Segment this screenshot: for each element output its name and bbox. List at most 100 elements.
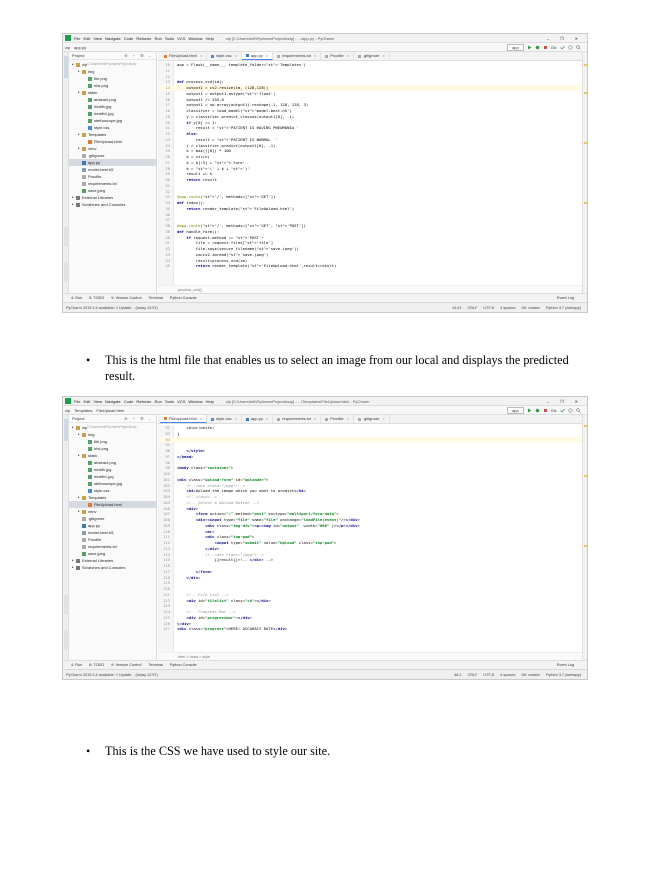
event-log-button[interactable]: Event Log (557, 663, 580, 667)
editor-tab[interactable]: requirements.txt × (273, 52, 322, 60)
menu-item[interactable]: Refactor (136, 36, 151, 41)
menu-item[interactable]: VCS (177, 36, 185, 41)
menu-item[interactable]: View (93, 36, 102, 41)
menu-item[interactable]: Window (188, 399, 202, 404)
breadcrumb-item[interactable]: app.py (74, 45, 86, 50)
code-view[interactable]: 10 app = Flask(__name__, template_folder=… (158, 62, 582, 285)
maximize-icon[interactable]: ❐ (560, 399, 564, 404)
tree-item[interactable]: model-best.h5 (69, 166, 156, 173)
tree-item[interactable]: hhk.png (69, 445, 156, 452)
minimize-icon[interactable]: – (547, 36, 549, 41)
tree-item[interactable]: ▸ zip C:\Users\hrit\PycharmProjects\zip (69, 61, 156, 68)
close-icon[interactable]: × (314, 415, 316, 423)
close-icon[interactable]: × (234, 52, 236, 60)
menu-item[interactable]: View (93, 399, 102, 404)
bottom-tool-tab[interactable]: 6: TODO (89, 663, 104, 667)
history-icon[interactable] (568, 45, 573, 50)
favorites-tool-tab[interactable] (64, 630, 68, 650)
tree-item[interactable]: ▸ venv (69, 508, 156, 515)
editor-tab[interactable]: app.py × (241, 52, 274, 60)
run-icon[interactable] (527, 408, 532, 413)
tree-item[interactable]: file.png (69, 438, 156, 445)
breadcrumb-item[interactable]: zip (65, 45, 70, 50)
project-panel-tools[interactable]: ⊕ ÷ ⚙ – (124, 53, 156, 58)
bottom-tool-tab[interactable]: Python Console (170, 296, 197, 300)
structure-tool-tab[interactable] (64, 227, 68, 247)
run-icon[interactable] (527, 45, 532, 50)
menu-item[interactable]: Edit (83, 399, 90, 404)
search-icon[interactable] (576, 44, 581, 50)
close-icon[interactable]: × (266, 52, 268, 60)
tree-item[interactable]: ▸ zip C:\Users\hrit\PycharmProjects\zip (69, 424, 156, 431)
menu-item[interactable]: File (74, 399, 80, 404)
breadcrumb-item[interactable]: Templates (74, 408, 92, 413)
menu-item[interactable]: Run (154, 36, 161, 41)
tree-item[interactable]: ▸ External Libraries (69, 557, 156, 564)
tree-item[interactable]: stethoscope.jpg (69, 480, 156, 487)
menu-item[interactable]: File (74, 36, 80, 41)
menu-item[interactable]: Edit (83, 36, 90, 41)
maximize-icon[interactable]: ❐ (560, 36, 564, 41)
right-scroll-strip[interactable] (582, 52, 587, 302)
close-icon[interactable]: × (347, 415, 349, 423)
tree-item[interactable]: hhk.png (69, 82, 156, 89)
status-item[interactable]: 48:1 (454, 673, 461, 677)
breadcrumb-item[interactable]: zip (65, 408, 70, 413)
menu-item[interactable]: Run (154, 399, 161, 404)
project-label[interactable]: Project (72, 53, 84, 58)
breadcrumb-item[interactable]: FileUpload.html (96, 408, 124, 413)
tree-item[interactable]: save.jpeg (69, 550, 156, 557)
editor-tab[interactable]: .gitignore × (354, 415, 390, 423)
tree-item[interactable]: stethoscope.jpg (69, 117, 156, 124)
close-icon[interactable]: × (200, 415, 202, 423)
status-item[interactable]: UTF-8 (483, 306, 494, 310)
status-item[interactable]: Python 3.7 (webapp) (546, 673, 581, 677)
git-commit-icon[interactable] (560, 45, 565, 50)
status-message[interactable]: PyCharm 2019.3.4 available: // Update...… (66, 673, 158, 677)
tree-item[interactable]: health.jpg (69, 103, 156, 110)
tree-item[interactable]: requirements.txt (69, 543, 156, 550)
code-line[interactable]: 127 <div class="progress">HERE! ACCURACY … (158, 626, 582, 632)
editor-tab[interactable]: FileUpload.html × (160, 52, 208, 60)
tree-item[interactable]: ▸ Scratches and Consoles (69, 201, 156, 208)
editor-tab[interactable]: Procfile × (321, 52, 354, 60)
history-icon[interactable] (568, 408, 573, 413)
editor-tab[interactable]: style.css × (207, 415, 242, 423)
event-log-button[interactable]: Event Log (557, 296, 580, 300)
tree-item[interactable]: .gitignore (69, 515, 156, 522)
menu-item[interactable]: Help (206, 399, 214, 404)
close-icon[interactable]: × (200, 52, 202, 60)
favorites-tool-tab[interactable] (64, 262, 68, 282)
close-icon[interactable]: × (382, 415, 384, 423)
debug-icon[interactable] (535, 408, 540, 413)
run-config-select[interactable]: app (507, 43, 524, 51)
tree-item[interactable]: FileUpload.html (69, 138, 156, 145)
bottom-tool-tab[interactable]: 9: Version Control (111, 663, 141, 667)
tree-item[interactable]: ▸ Scratches and Consoles (69, 564, 156, 571)
status-item[interactable]: Git: master (521, 673, 540, 677)
status-item[interactable]: Python 3.7 (webapp) (546, 306, 581, 310)
menu-item[interactable]: Help (206, 36, 214, 41)
editor-tab[interactable]: Procfile × (321, 415, 354, 423)
tree-item[interactable]: ▸ venv (69, 145, 156, 152)
tree-item[interactable]: file.png (69, 75, 156, 82)
editor-tab[interactable]: app.py × (242, 415, 274, 423)
tree-item[interactable]: ▸ External Libraries (69, 194, 156, 201)
close-icon[interactable]: × (314, 52, 316, 60)
status-item[interactable]: Git: master (521, 306, 540, 310)
tree-item[interactable]: ▸ static (69, 452, 156, 459)
tree-item[interactable]: app.py (69, 522, 156, 529)
run-config-select[interactable]: app (507, 406, 524, 414)
tree-item[interactable]: abstract.png (69, 459, 156, 466)
bottom-tool-tab[interactable]: 6: TODO (89, 296, 104, 300)
code-line[interactable]: 45 return render_template("st">'FileUplo… (158, 263, 582, 269)
status-item[interactable]: UTF-8 (483, 673, 494, 677)
bottom-tool-tab[interactable]: 4: Run (71, 296, 82, 300)
code-breadcrumb[interactable]: html > head > style (158, 652, 582, 660)
status-item[interactable]: CRLF (467, 306, 477, 310)
tree-item[interactable]: Procfile (69, 173, 156, 180)
tree-item[interactable]: ▸ img (69, 68, 156, 75)
menu-item[interactable]: Tools (165, 399, 174, 404)
tree-item[interactable]: health1.jpg (69, 110, 156, 117)
tree-item[interactable]: ▸ Templates (69, 494, 156, 501)
